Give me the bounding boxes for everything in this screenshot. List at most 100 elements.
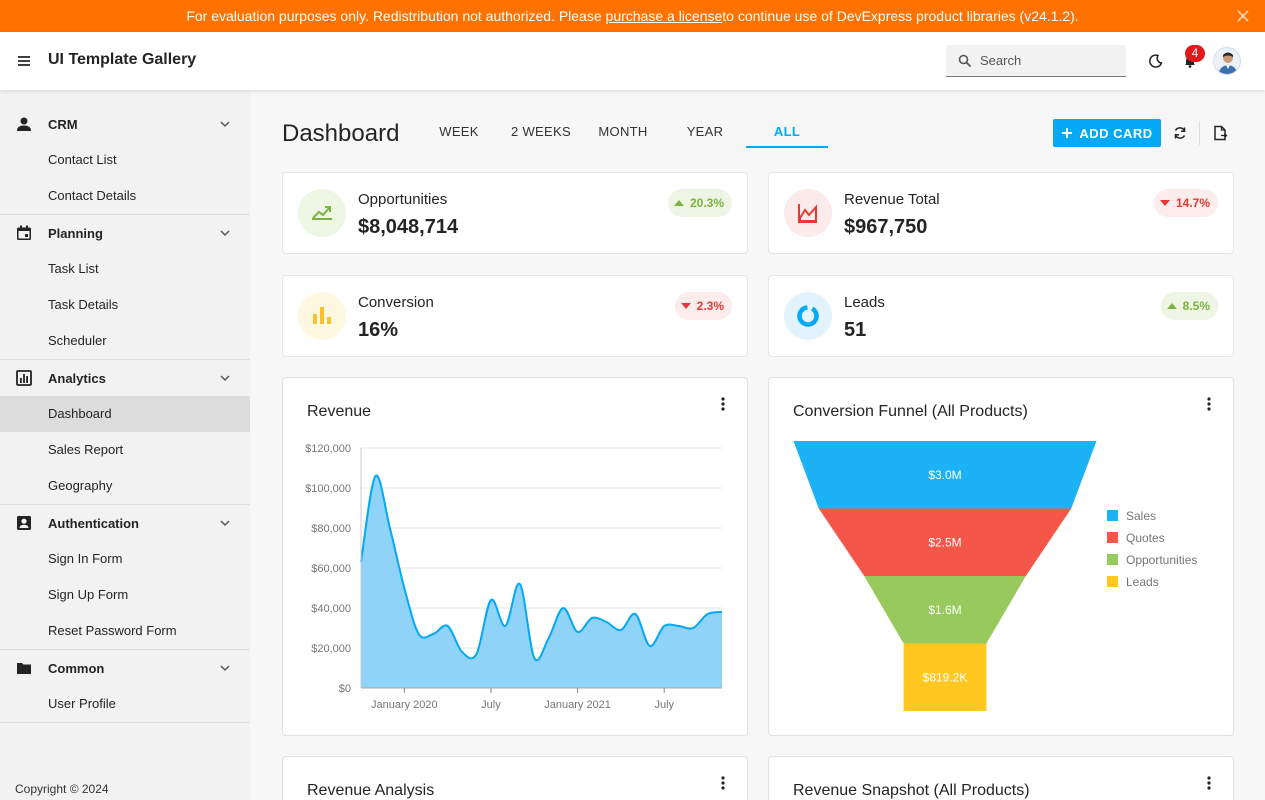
kpi-value: $8,048,714 [358, 216, 459, 238]
kpi-card-revenue-total: Revenue Total $967,750 14.7% [768, 172, 1234, 254]
card-title: Conversion Funnel (All Products) [793, 403, 1028, 420]
close-icon[interactable] [1235, 8, 1251, 24]
main-content: Dashboard WEEK 2 WEEKS MONTH YEAR ALL AD… [250, 90, 1265, 800]
add-card-button[interactable]: ADD CARD [1053, 119, 1161, 147]
revenue-area-chart: $0 $20,000 $40,000 $60,000 $80,000 $100,000 $1… [305, 443, 723, 711]
theme-toggle-moon-icon[interactable] [1144, 49, 1168, 73]
nav-group-header-common[interactable]: Common [0, 650, 250, 686]
kpi-card-conversion: Conversion 16% 2.3% [282, 275, 748, 357]
nav-group-label: Common [48, 660, 105, 676]
bar-chart-icon [298, 292, 346, 340]
sidebar-item-sign-up-form[interactable]: Sign Up Form [0, 577, 250, 613]
plus-icon [1062, 128, 1073, 138]
account-box-icon [15, 514, 33, 532]
sidebar-item-sales-report[interactable]: Sales Report [0, 432, 250, 468]
legend-swatch [1107, 532, 1118, 543]
folder-icon [15, 659, 33, 677]
refresh-icon[interactable] [1170, 123, 1190, 143]
chevron-down-icon [218, 516, 232, 530]
sidebar-item-sign-in-form[interactable]: Sign In Form [0, 541, 250, 577]
search-box[interactable] [946, 45, 1126, 77]
legend-swatch [1107, 576, 1118, 587]
caret-up-icon [1166, 303, 1177, 309]
person-icon [15, 115, 33, 133]
conversion-funnel-chart: $3.0M $2.5M $1.6M $819.2K Sales Quotes Opportu… [793, 441, 1197, 711]
kpi-label: Opportunities [358, 191, 448, 208]
card-title: Revenue [307, 403, 372, 420]
sidebar-item-scheduler[interactable]: Scheduler [0, 323, 250, 359]
nav-group-header-planning[interactable]: Planning [0, 215, 250, 251]
kpi-change-badge: 8.5% [1160, 292, 1218, 320]
add-card-label: ADD CARD [1079, 125, 1153, 141]
donut-icon [784, 292, 832, 340]
nav-group-header-analytics[interactable]: Analytics [0, 360, 250, 396]
tab-month[interactable]: MONTH [582, 114, 664, 148]
more-vertical-icon[interactable] [1203, 773, 1215, 793]
toolbar-divider [1199, 121, 1200, 145]
tab-all[interactable]: ALL [746, 114, 828, 148]
caret-down-icon [680, 303, 691, 309]
purchase-license-link[interactable]: purchase a license [606, 8, 723, 24]
nav-group-header-authentication[interactable]: Authentication [0, 505, 250, 541]
tab-2-weeks[interactable]: 2 WEEKS [500, 114, 582, 148]
nav-group-header-crm[interactable]: CRM [0, 106, 250, 142]
y-tick-label: $20,000 [311, 643, 351, 655]
page-title: Dashboard [282, 120, 400, 147]
banner-text-suffix: to continue use of DevExpress product li… [722, 8, 1079, 24]
legend-swatch [1107, 510, 1118, 521]
sidebar-item-task-details[interactable]: Task Details [0, 287, 250, 323]
x-tick-label: July [481, 699, 501, 711]
kpi-value: 16% [358, 319, 399, 341]
funnel-value-label: $3.0M [928, 468, 961, 482]
sidebar-item-dashboard[interactable]: Dashboard [0, 396, 250, 432]
nav-group-planning: Planning Task List Task Details Schedule… [0, 215, 250, 360]
chevron-down-icon [218, 117, 232, 131]
sidebar-item-contact-list[interactable]: Contact List [0, 142, 250, 178]
kpi-label: Revenue Total [844, 191, 940, 208]
y-tick-label: $80,000 [311, 523, 351, 535]
y-tick-label: $100,000 [305, 483, 351, 495]
kpi-label: Conversion [358, 294, 434, 311]
evaluation-banner: For evaluation purposes only. Redistribu… [0, 0, 1265, 32]
more-vertical-icon[interactable] [717, 394, 729, 414]
y-tick-label: $120,000 [305, 443, 351, 455]
menu-icon[interactable] [14, 51, 34, 71]
chevron-down-icon [218, 371, 232, 385]
kpi-change-badge: 2.3% [674, 292, 732, 320]
sidebar-item-user-profile[interactable]: User Profile [0, 686, 250, 722]
sidebar-item-task-list[interactable]: Task List [0, 251, 250, 287]
tab-week[interactable]: WEEK [418, 114, 500, 148]
sidebar-item-geography[interactable]: Geography [0, 468, 250, 504]
caret-down-icon [1159, 200, 1170, 206]
area-chart-icon [784, 189, 832, 237]
funnel-value-label: $819.2K [923, 670, 968, 684]
app-header: UI Template Gallery 4 [0, 32, 1265, 90]
nav-group-label: Authentication [48, 515, 139, 531]
sidebar-item-contact-details[interactable]: Contact Details [0, 178, 250, 214]
revenue-snapshot-card: Revenue Snapshot (All Products) [768, 756, 1234, 800]
export-document-icon[interactable] [1210, 123, 1230, 143]
user-avatar[interactable] [1213, 47, 1241, 75]
search-input[interactable] [980, 53, 1110, 68]
search-icon [958, 54, 972, 67]
calendar-icon [15, 224, 33, 242]
conversion-funnel-card: Conversion Funnel (All Products) $3.0M $2… [768, 377, 1234, 736]
legend-label: Opportunities [1126, 553, 1197, 567]
y-tick-label: $60,000 [311, 563, 351, 575]
kpi-change-value: 20.3% [689, 196, 724, 210]
kpi-change-badge: 20.3% [667, 189, 732, 217]
kpi-label: Leads [844, 294, 885, 311]
nav-group-common: Common User Profile [0, 650, 250, 723]
sidebar: CRM Contact List Contact Details Plannin… [0, 90, 250, 800]
chevron-down-icon [218, 226, 232, 240]
more-vertical-icon[interactable] [1203, 394, 1215, 414]
banner-text-prefix: For evaluation purposes only. Redistribu… [186, 8, 602, 24]
app-title: UI Template Gallery [48, 51, 197, 68]
tab-year[interactable]: YEAR [664, 114, 746, 148]
revenue-analysis-card: Revenue Analysis [282, 756, 748, 800]
sidebar-item-reset-password-form[interactable]: Reset Password Form [0, 613, 250, 649]
more-vertical-icon[interactable] [717, 773, 729, 793]
x-tick-label: January 2021 [544, 699, 611, 711]
legend-label: Quotes [1126, 531, 1165, 545]
nav-group-analytics: Analytics Dashboard Sales Report Geograp… [0, 360, 250, 505]
